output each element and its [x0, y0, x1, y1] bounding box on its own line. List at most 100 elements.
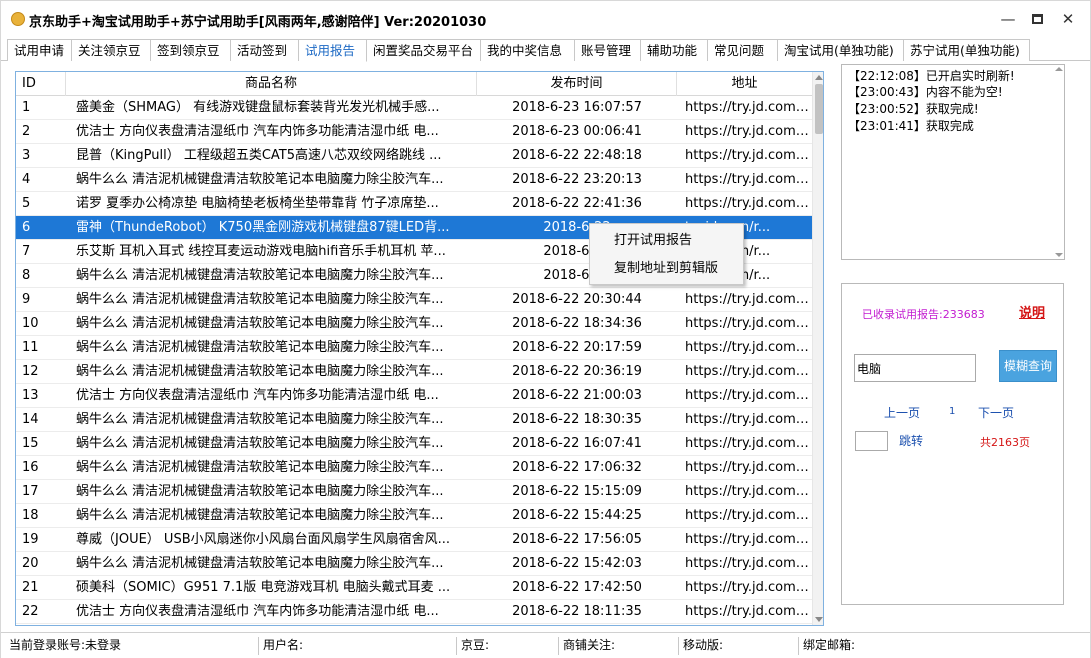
cell-id: 12 [22, 364, 39, 379]
cell-addr: https://try.jd.com/r... [685, 532, 812, 547]
column-header-name[interactable]: 商品名称 [66, 72, 477, 96]
context-menu: 打开试用报告 复制地址到剪辑版 [589, 223, 744, 285]
cell-name: 诺罗 夏季办公椅凉垫 电脑椅垫老板椅坐垫带靠背 竹子凉席垫... [76, 196, 439, 211]
minimize-button[interactable]: — [996, 9, 1020, 29]
tab-bar: 试用申请 关注领京豆 签到领京豆 活动签到 试用报告 闲置奖品交易平台 我的中奖信息 账号管理… [1, 39, 1090, 62]
table-row[interactable]: 3 昆普（KingPull） 工程级超五类CAT5高速八芯双绞网络跳线 ... 20… [16, 144, 812, 168]
table-row[interactable]: 14 蜗牛么么 清洁泥机械键盘清洁软胶笔记本电脑魔力除尘胶汽车... 2018-6-… [16, 408, 812, 432]
window-title: 京东助手+淘宝试用助手+苏宁试用助手[风雨两年,感谢陪伴] Ver:202010… [29, 15, 487, 30]
cell-name: 蜗牛么么 清洁泥机械键盘清洁软胶笔记本电脑魔力除尘胶汽车... [76, 460, 444, 475]
status-login: 当前登录账号:未登录 [5, 637, 259, 655]
table-row[interactable]: 13 优洁士 方向仪表盘清洁湿纸巾 汽车内饰多功能清洁湿巾纸 电... 2018-… [16, 384, 812, 408]
next-page-link[interactable]: 下一页 [978, 404, 1014, 421]
table-header: ID 商品名称 发布时间 地址 [16, 72, 812, 96]
cell-id: 11 [22, 340, 39, 355]
cell-time: 2018-6-22 15:42:03 [512, 556, 642, 571]
tab-3[interactable]: 签到领京豆 [151, 39, 231, 61]
tab-1[interactable]: 试用申请 [7, 39, 72, 61]
tab-9[interactable]: 辅助功能 [641, 39, 708, 61]
scroll-up-icon[interactable] [1055, 67, 1063, 71]
table-row[interactable]: 19 尊威（JOUE） USB小风扇迷你小风扇台面风扇学生风扇宿舍风... 2018… [16, 528, 812, 552]
cell-id: 20 [22, 556, 39, 571]
prev-page-link[interactable]: 上一页 [884, 404, 920, 421]
tab-5[interactable]: 试用报告 [299, 39, 367, 62]
tab-11[interactable]: 淘宝试用(单独功能) [778, 39, 904, 61]
fuzzy-search-button[interactable]: 模糊查询 [999, 350, 1057, 382]
column-header-address[interactable]: 地址 [677, 72, 812, 96]
search-input[interactable] [854, 354, 976, 382]
cell-id: 7 [22, 244, 31, 259]
cell-id: 13 [22, 388, 39, 403]
cell-name: 蜗牛么么 清洁泥机械键盘清洁软胶笔记本电脑魔力除尘胶汽车... [76, 292, 444, 307]
cell-time: 2018-6-22 15:44:25 [512, 508, 642, 523]
scroll-up-icon[interactable] [815, 75, 823, 80]
cell-name: 蜗牛么么 清洁泥机械键盘清洁软胶笔记本电脑魔力除尘胶汽车... [76, 436, 444, 451]
cell-addr: https://try.jd.com/r... [685, 460, 812, 475]
table-row[interactable]: 4 蜗牛么么 清洁泥机械键盘清洁软胶笔记本电脑魔力除尘胶汽车... 2018-6-2… [16, 168, 812, 192]
close-button[interactable]: ✕ [1056, 9, 1080, 29]
table-row[interactable]: 16 蜗牛么么 清洁泥机械键盘清洁软胶笔记本电脑魔力除尘胶汽车... 2018-6-… [16, 456, 812, 480]
log-scrollbar[interactable] [1054, 65, 1064, 259]
jump-page-input[interactable] [855, 431, 888, 451]
table-row[interactable]: 2 优洁士 方向仪表盘清洁湿纸巾 汽车内饰多功能清洁湿巾纸 电... 2018-6… [16, 120, 812, 144]
tab-6[interactable]: 闲置奖品交易平台 [367, 39, 481, 61]
table-row[interactable]: 18 蜗牛么么 清洁泥机械键盘清洁软胶笔记本电脑魔力除尘胶汽车... 2018-6-… [16, 504, 812, 528]
table-row[interactable]: 17 蜗牛么么 清洁泥机械键盘清洁软胶笔记本电脑魔力除尘胶汽车... 2018-6-… [16, 480, 812, 504]
scroll-down-icon[interactable] [815, 617, 823, 622]
scroll-thumb[interactable] [815, 84, 823, 134]
tab-7[interactable]: 我的中奖信息 [481, 39, 575, 61]
maximize-button[interactable] [1025, 9, 1049, 29]
cell-name: 昆普（KingPull） 工程级超五类CAT5高速八芯双绞网络跳线 ... [76, 148, 442, 163]
cell-name: 蜗牛么么 清洁泥机械键盘清洁软胶笔记本电脑魔力除尘胶汽车... [76, 484, 444, 499]
table-row[interactable]: 10 蜗牛么么 清洁泥机械键盘清洁软胶笔记本电脑魔力除尘胶汽车... 2018-6-… [16, 312, 812, 336]
cell-name: 蜗牛么么 清洁泥机械键盘清洁软胶笔记本电脑魔力除尘胶汽车... [76, 412, 444, 427]
table-row[interactable]: 5 诺罗 夏季办公椅凉垫 电脑椅垫老板椅坐垫带靠背 竹子凉席垫... 2018-6… [16, 192, 812, 216]
cell-name: 优洁士 方向仪表盘清洁湿纸巾 汽车内饰多功能清洁湿巾纸 电... [76, 604, 439, 619]
cell-time: 2018-6-22 21:00:03 [512, 388, 642, 403]
cell-id: 1 [22, 100, 31, 115]
column-header-time[interactable]: 发布时间 [477, 72, 677, 96]
log-box: 【22:12:08】已开启实时刷新! 【23:00:43】内容不能为空! 【23… [841, 64, 1065, 260]
cell-name: 蜗牛么么 清洁泥机械键盘清洁软胶笔记本电脑魔力除尘胶汽车... [76, 556, 444, 571]
explain-link[interactable]: 说明 [1019, 302, 1045, 321]
column-header-id[interactable]: ID [16, 72, 66, 96]
cell-id: 19 [22, 532, 39, 547]
cell-id: 10 [22, 316, 39, 331]
title-bar: 京东助手+淘宝试用助手+苏宁试用助手[风雨两年,感谢陪伴] Ver:202010… [1, 1, 1090, 35]
scroll-down-icon[interactable] [1055, 253, 1063, 257]
app-logo-icon [11, 12, 25, 26]
table-row[interactable]: 15 蜗牛么么 清洁泥机械键盘清洁软胶笔记本电脑魔力除尘胶汽车... 2018-6-… [16, 432, 812, 456]
cell-name: 尊威（JOUE） USB小风扇迷你小风扇台面风扇学生风扇宿舍风... [76, 532, 451, 547]
table-row[interactable]: 9 蜗牛么么 清洁泥机械键盘清洁软胶笔记本电脑魔力除尘胶汽车... 2018-6-2… [16, 288, 812, 312]
menu-item-copy-address[interactable]: 复制地址到剪辑版 [590, 256, 743, 282]
table-row[interactable]: 20 蜗牛么么 清洁泥机械键盘清洁软胶笔记本电脑魔力除尘胶汽车... 2018-6-… [16, 552, 812, 576]
menu-item-open-report[interactable]: 打开试用报告 [590, 228, 743, 254]
tab-2[interactable]: 关注领京豆 [72, 39, 151, 61]
table-scrollbar[interactable] [812, 72, 823, 625]
cell-addr: https://try.jd.com/r... [685, 316, 812, 331]
cell-id: 3 [22, 148, 31, 163]
tab-8[interactable]: 账号管理 [575, 39, 641, 61]
cell-addr: https://try.jd.com/r... [685, 484, 812, 499]
table-row[interactable]: 21 硕美科（SOMIC）G951 7.1版 电竞游戏耳机 电脑头戴式耳麦 ...… [16, 576, 812, 600]
cell-time: 2018-6-22 20:30:44 [512, 292, 642, 307]
status-shop-follow: 商铺关注: [559, 637, 679, 655]
cell-name: 蜗牛么么 清洁泥机械键盘清洁软胶笔记本电脑魔力除尘胶汽车... [76, 508, 444, 523]
cell-time: 2018-6-22 18:34:36 [512, 316, 642, 331]
cell-time: 2018-6-22 17:06:32 [512, 460, 642, 475]
table-row[interactable]: 12 蜗牛么么 清洁泥机械键盘清洁软胶笔记本电脑魔力除尘胶汽车... 2018-6-… [16, 360, 812, 384]
table-row[interactable]: 11 蜗牛么么 清洁泥机械键盘清洁软胶笔记本电脑魔力除尘胶汽车... 2018-6-… [16, 336, 812, 360]
cell-name: 蜗牛么么 清洁泥机械键盘清洁软胶笔记本电脑魔力除尘胶汽车... [76, 316, 444, 331]
table-row[interactable]: 1 盛美金（SHMAG） 有线游戏键盘鼠标套装背光发光机械手感... 2018-6-… [16, 96, 812, 120]
tab-4[interactable]: 活动签到 [231, 39, 299, 61]
tab-10[interactable]: 常见问题 [708, 39, 778, 61]
log-line: 【23:01:41】获取完成 [848, 119, 974, 133]
jump-button[interactable]: 跳转 [899, 432, 923, 449]
cell-addr: https://try.jd.com/r... [685, 172, 812, 187]
cell-time: 2018-6-22 16:07:41 [512, 436, 642, 451]
table-row[interactable]: 22 优洁士 方向仪表盘清洁湿纸巾 汽车内饰多功能清洁湿巾纸 电... 2018-… [16, 600, 812, 624]
tab-12[interactable]: 苏宁试用(单独功能) [904, 39, 1030, 61]
cell-id: 14 [22, 412, 39, 427]
collected-count: 已收录试用报告:233683 [862, 308, 985, 321]
cell-id: 5 [22, 196, 31, 211]
